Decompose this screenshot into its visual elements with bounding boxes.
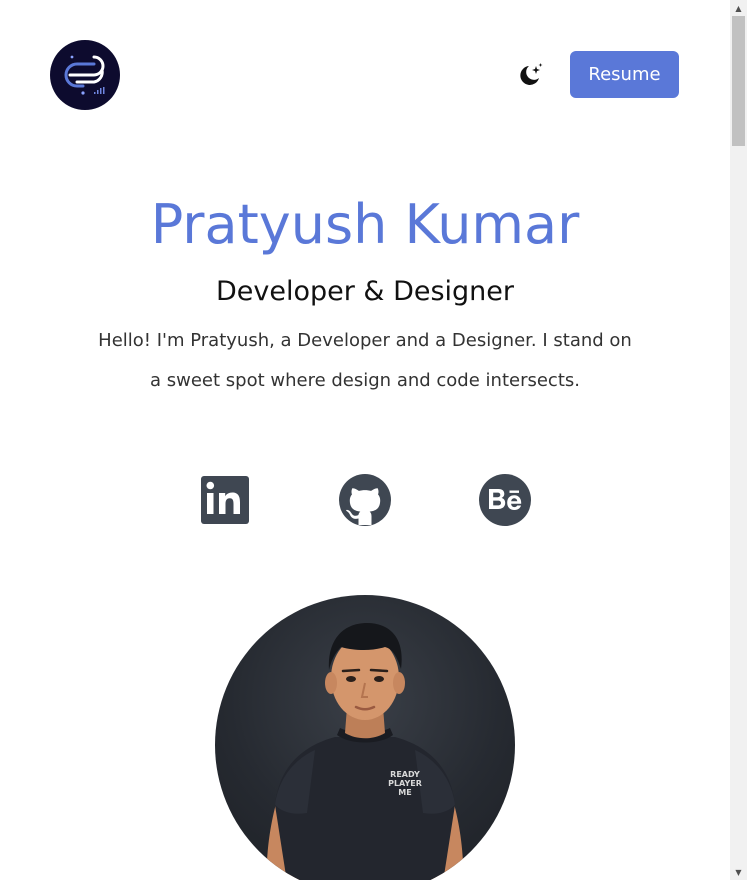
linkedin-link[interactable] xyxy=(198,473,252,527)
shirt-text-2: PLAYER xyxy=(388,779,422,788)
brand-logo-icon[interactable] xyxy=(50,40,120,110)
shirt-text-3: ME xyxy=(398,788,411,797)
github-link[interactable] xyxy=(338,473,392,527)
page: Resume Pratyush Kumar Developer & Design… xyxy=(0,0,730,880)
scroll-up-arrow-icon[interactable]: ▲ xyxy=(730,0,747,16)
hero-role: Developer & Designer xyxy=(215,276,514,307)
vertical-scrollbar[interactable]: ▲ ▼ xyxy=(730,0,747,880)
hero-bio: Hello! I'm Pratyush, a Developer and a D… xyxy=(98,330,632,391)
avatar: READY PLAYER ME xyxy=(215,595,515,880)
github-icon xyxy=(339,474,391,526)
resume-button[interactable]: Resume xyxy=(570,51,679,98)
moon-stars-icon[interactable] xyxy=(516,61,544,89)
behance-link[interactable] xyxy=(478,473,532,527)
behance-icon xyxy=(479,474,531,526)
scroll-down-arrow-icon[interactable]: ▼ xyxy=(730,864,747,880)
linkedin-icon xyxy=(201,476,249,524)
hero-name: Pratyush Kumar xyxy=(150,193,580,256)
scrollbar-thumb[interactable] xyxy=(732,16,745,146)
shirt-text-1: READY xyxy=(390,770,420,779)
